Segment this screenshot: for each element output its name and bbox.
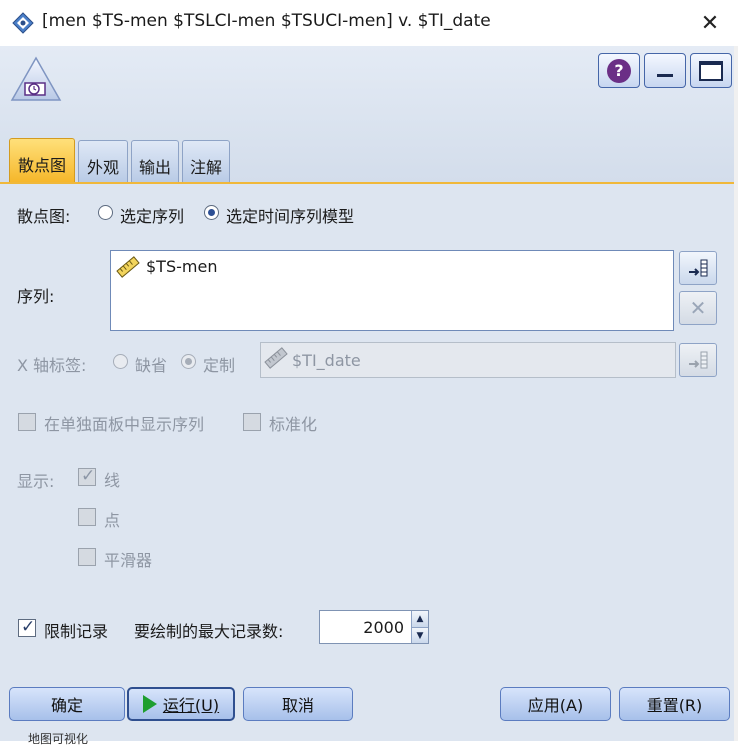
radio-xaxis-custom-label[interactable]: 定制 [203,352,235,376]
series-item[interactable]: $TS-men [146,257,217,276]
limit-records-label: 限制记录 [44,622,109,641]
apply-button[interactable]: 应用(A) [500,687,611,721]
ok-button-label: 确定 [50,696,83,715]
spinner-up-icon[interactable]: ▲ [411,611,428,627]
xaxis-label: X 轴标签: [17,356,87,375]
cancel-button[interactable]: 取消 [243,687,353,721]
scatter-label: 散点图: [17,207,71,226]
delete-x-icon: ✕ [689,296,707,320]
app-diamond-icon [12,12,34,34]
display-smoother-label: 平滑器 [104,551,153,570]
time-plot-node-icon [10,56,62,101]
run-button[interactable]: 运行(U) [127,687,235,721]
field-picker-icon [689,351,708,369]
help-button[interactable]: ? [598,53,640,88]
help-icon: ? [607,58,631,83]
remove-series-button[interactable]: ✕ [679,291,717,325]
radio-selected-model-label[interactable]: 选定时间序列模型 [226,203,354,227]
check-icon: ✓ [81,466,96,486]
limit-records-checkbox[interactable]: ✓ [18,617,36,637]
radio-xaxis-default-label[interactable]: 缺省 [135,352,167,376]
xaxis-value: $TI_date [292,351,361,370]
cancel-button-label: 取消 [281,696,314,715]
tab-notes[interactable]: 注解 [182,140,230,182]
display-points-label: 点 [104,511,121,530]
close-button[interactable]: ✕ [692,6,728,40]
spinner-down-icon[interactable]: ▼ [411,627,428,643]
check-icon: ✓ [21,617,36,637]
reset-button[interactable]: 重置(R) [619,687,730,721]
normalize-checkbox[interactable] [243,413,261,431]
radio-selected-series-label[interactable]: 选定序列 [120,203,184,227]
minimize-button[interactable] [644,53,686,88]
tab-output[interactable]: 输出 [131,140,179,182]
max-records-value[interactable]: 2000 [332,618,404,637]
normalize-label: 标准化 [269,415,318,434]
apply-button-label: 应用(A) [527,696,584,715]
separate-panels-checkbox[interactable] [18,413,36,431]
display-line-label: 线 [104,471,121,490]
max-records-label: 要绘制的最大记录数: [134,622,284,641]
reset-button-label: 重置(R) [646,696,703,715]
radio-selected-series[interactable] [98,205,113,220]
maximize-icon [699,60,723,81]
maximize-button[interactable] [690,53,732,88]
radio-xaxis-custom[interactable] [181,354,196,369]
ok-button[interactable]: 确定 [9,687,125,721]
tab-appearance[interactable]: 外观 [78,140,128,182]
separate-panels-label: 在单独面板中显示序列 [44,415,205,434]
window-title: [men $TS-men $TSLCI-men $TSUCI-men] v. $… [42,11,491,31]
ruler-icon [264,347,288,369]
window-edge [734,46,738,741]
run-button-label: 运行(U) [162,696,220,715]
play-icon [142,695,157,713]
ruler-icon [116,256,140,278]
radio-selected-model[interactable] [204,205,219,220]
display-line-checkbox[interactable]: ✓ [78,466,96,486]
field-picker-icon [689,259,708,277]
display-label: 显示: [17,472,55,491]
pick-series-button[interactable] [679,251,717,285]
radio-xaxis-default[interactable] [113,354,128,369]
series-label: 序列: [17,287,55,306]
pick-xaxis-button[interactable] [679,343,717,377]
minimize-icon [657,74,673,77]
display-smoother-checkbox[interactable] [78,548,96,566]
tab-scatter[interactable]: 散点图 [9,138,75,184]
display-points-checkbox[interactable] [78,508,96,526]
background-window-text: 地图可视化 [28,732,89,746]
